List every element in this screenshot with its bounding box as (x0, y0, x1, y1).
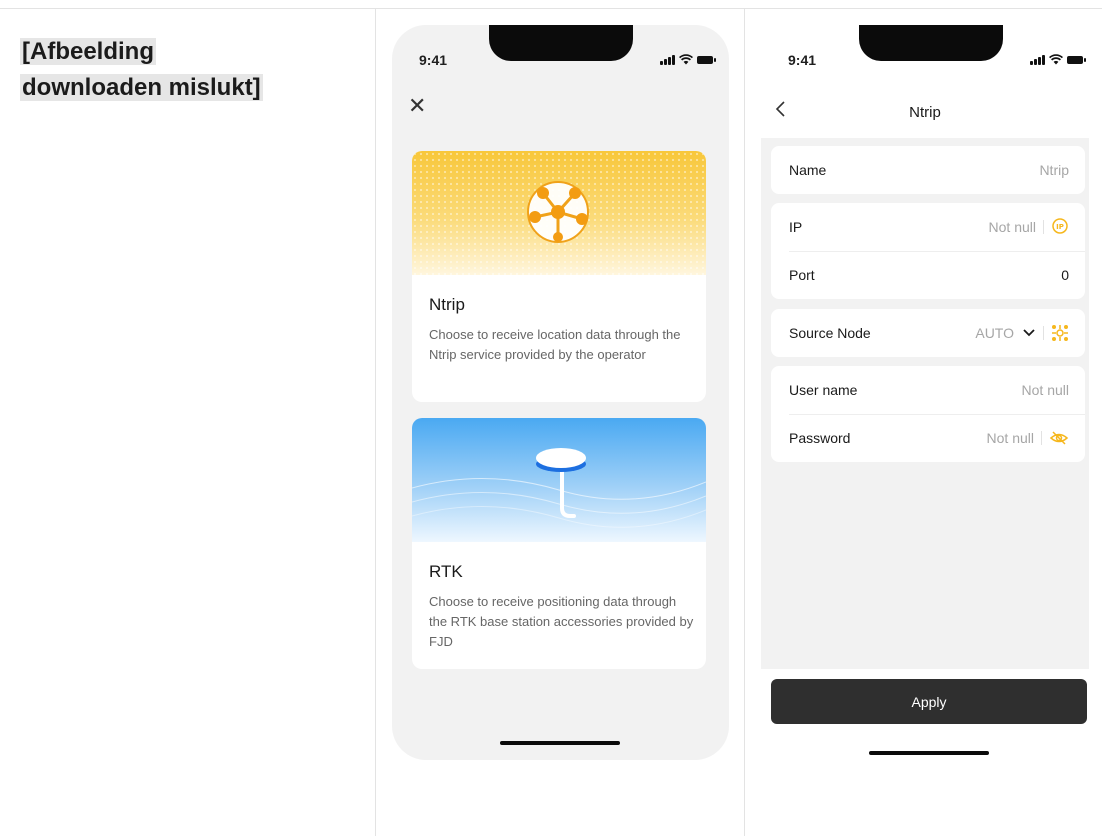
rtk-card-title: RTK (429, 562, 463, 581)
column-broken-image: [Afbeelding downloaden mislukt] (0, 8, 376, 836)
battery-icon (697, 55, 716, 64)
port-value: 0 (1061, 267, 1069, 283)
status-icons (1030, 54, 1086, 65)
home-indicator[interactable] (869, 751, 989, 755)
node-refresh-icon[interactable] (1051, 324, 1069, 342)
apply-button[interactable]: Apply (771, 679, 1087, 724)
name-label: Name (789, 162, 827, 178)
password-placeholder: Not null (986, 430, 1034, 446)
status-time: 9:41 (788, 52, 817, 68)
ntrip-card-title: Ntrip (429, 295, 465, 314)
status-icons (660, 54, 716, 65)
group-credentials: User name Not null Password Not null (771, 366, 1085, 462)
notch (859, 25, 1003, 61)
password-label: Password (789, 430, 851, 446)
cellular-signal-icon (660, 54, 675, 65)
rtk-option-card[interactable]: RTK Choose to receive positioning data t… (412, 418, 706, 669)
password-field[interactable]: Password Not null (771, 414, 1085, 462)
username-field[interactable]: User name Not null (771, 366, 1085, 414)
rtk-antenna-icon (412, 448, 706, 528)
username-label: User name (789, 382, 858, 398)
source-node-field[interactable]: Source Node AUTO (771, 309, 1085, 357)
status-time: 9:41 (419, 52, 448, 68)
notch (489, 25, 633, 61)
group-connection: IP Not null IP Port 0 (771, 203, 1085, 299)
name-field[interactable]: Name Ntrip (771, 146, 1085, 194)
ntrip-banner (412, 151, 706, 275)
broken-image-line-1: [Afbeelding (20, 38, 156, 65)
rtk-card-description: Choose to receive positioning data throu… (429, 594, 694, 649)
source-node-label: Source Node (789, 325, 871, 341)
battery-icon (1067, 55, 1086, 64)
broken-image-text: [Afbeelding downloaden mislukt] (20, 34, 263, 106)
ip-icon[interactable]: IP (1051, 218, 1069, 236)
phone-mode-select: 9:41 ✕ Ntrip Choose to receive location … (392, 25, 729, 760)
svg-text:IP: IP (1056, 223, 1064, 231)
phone-ntrip-form: 9:41 Ntrip Name Ntrip IP Not null IP Por… (761, 25, 1089, 760)
column-ntrip-form: 9:41 Ntrip Name Ntrip IP Not null IP Por… (745, 8, 1102, 836)
port-field[interactable]: Port 0 (771, 251, 1085, 299)
ntrip-option-card[interactable]: Ntrip Choose to receive location data th… (412, 151, 706, 402)
username-placeholder: Not null (1021, 382, 1069, 398)
ip-field[interactable]: IP Not null IP (771, 203, 1085, 251)
home-indicator[interactable] (500, 741, 620, 745)
network-globe-icon (527, 181, 589, 243)
wifi-icon (679, 54, 693, 65)
page-title: Ntrip (909, 104, 941, 121)
eye-hidden-icon[interactable] (1049, 430, 1069, 446)
name-value: Ntrip (1039, 162, 1069, 178)
source-node-value: AUTO (975, 325, 1014, 341)
ip-placeholder: Not null (988, 219, 1036, 235)
chevron-down-icon[interactable] (1022, 328, 1036, 338)
rtk-banner (412, 418, 706, 542)
ntrip-card-description: Choose to receive location data through … (429, 327, 681, 362)
column-mode-select: 9:41 ✕ Ntrip Choose to receive location … (376, 8, 745, 836)
close-icon[interactable]: ✕ (408, 95, 426, 117)
port-label: Port (789, 267, 815, 283)
ip-label: IP (789, 219, 803, 235)
broken-image-line-2: downloaden mislukt] (20, 74, 263, 101)
group-name: Name Ntrip (771, 146, 1085, 194)
cellular-signal-icon (1030, 54, 1045, 65)
group-source-node: Source Node AUTO (771, 309, 1085, 357)
wifi-icon (1049, 54, 1063, 65)
page: [Afbeelding downloaden mislukt] 9:41 ✕ N… (0, 0, 1102, 836)
